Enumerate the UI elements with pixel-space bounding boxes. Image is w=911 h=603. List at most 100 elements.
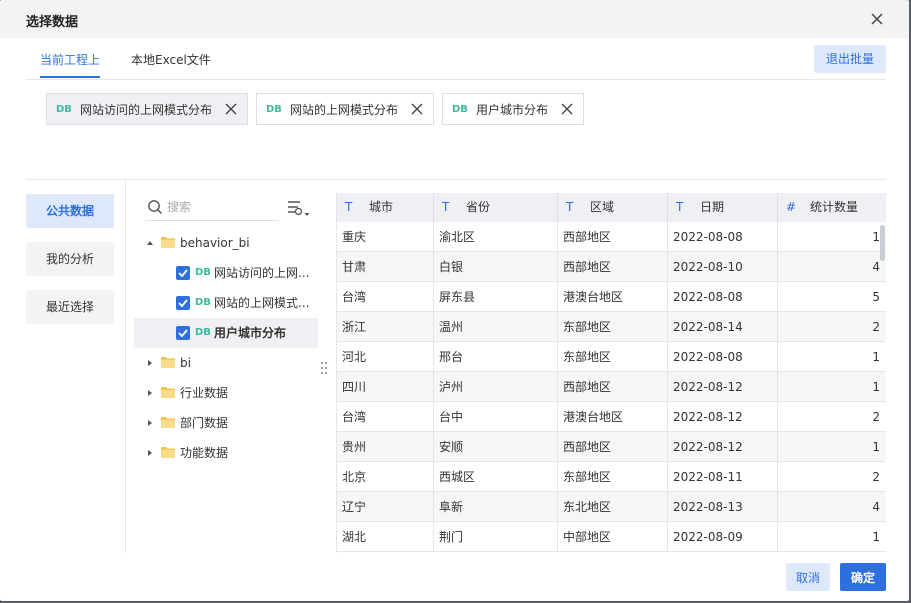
table-cell: 西部地区 <box>558 252 668 282</box>
column-header: T 省份 <box>434 193 558 222</box>
close-icon[interactable] <box>410 102 424 116</box>
column-header: T 日期 <box>668 193 778 222</box>
close-icon[interactable] <box>560 102 574 116</box>
cancel-button[interactable]: 取消 <box>786 563 830 591</box>
checkbox-checked-icon[interactable] <box>176 296 190 310</box>
table-cell: 北京 <box>337 462 434 492</box>
close-icon[interactable] <box>224 102 238 116</box>
folder-icon <box>161 387 175 398</box>
nav-item-my-analysis[interactable]: 我的分析 <box>26 242 114 276</box>
table-header: T 城市 T 省份 T 区域 T 日期 # 统计数量 <box>337 193 886 222</box>
table-row: 甘肃 白银 西部地区 2022-08-10 4 <box>337 252 886 282</box>
column-header: T 区域 <box>558 193 668 222</box>
table-cell: 2022-08-14 <box>668 312 778 342</box>
tree-item-dataset-selected[interactable]: DB 用户城市分布 <box>134 318 318 348</box>
table-cell: 渝北区 <box>434 222 558 252</box>
tree-folder-department-data[interactable]: 部门数据 <box>134 408 318 438</box>
caret-down-icon[interactable] <box>146 239 154 247</box>
table-cell: 4 <box>872 260 880 274</box>
table-cell: 阜新 <box>434 492 558 522</box>
text-type-icon: T <box>566 200 574 214</box>
selected-chip[interactable]: DB 用户城市分布 <box>442 93 584 125</box>
table-row: 河北 邢台 东部地区 2022-08-08 1 <box>337 342 886 372</box>
nav-item-public-data[interactable]: 公共数据 <box>26 194 114 228</box>
table-cell: 西城区 <box>434 462 558 492</box>
table-cell: 2 <box>872 320 880 334</box>
table-cell: 台湾 <box>337 282 434 312</box>
category-nav: 公共数据 我的分析 最近选择 <box>26 181 126 553</box>
nav-item-recent[interactable]: 最近选择 <box>26 290 114 324</box>
table-cell: 2022-08-13 <box>668 492 778 522</box>
table-row: 湖北 荆门 中部地区 2022-08-09 1 <box>337 522 886 552</box>
tree-node-label: 网站访问的上网... <box>214 266 310 280</box>
selected-chip[interactable]: DB 网站访问的上网模式分布 <box>46 93 248 125</box>
table-cell: 邢台 <box>434 342 558 372</box>
close-icon[interactable] <box>868 10 886 28</box>
exit-batch-button[interactable]: 退出批量 <box>814 45 886 73</box>
table-cell: 四川 <box>337 372 434 402</box>
table-cell: 1 <box>872 230 880 244</box>
db-tag: DB <box>195 327 211 338</box>
tree-folder-function-data[interactable]: 功能数据 <box>134 438 318 468</box>
table-cell: 安顺 <box>434 432 558 462</box>
filter-sort-icon[interactable] <box>286 198 310 218</box>
table-cell: 湖北 <box>337 522 434 552</box>
selected-chip[interactable]: DB 网站的上网模式分布 <box>256 93 434 125</box>
caret-right-icon[interactable] <box>146 359 154 367</box>
db-tag: DB <box>195 297 211 308</box>
column-header: # 统计数量 <box>778 193 886 222</box>
table-cell: 2022-08-12 <box>668 432 778 462</box>
db-tag: DB <box>56 103 72 115</box>
table-scrollbar[interactable] <box>880 225 885 261</box>
text-type-icon: T <box>676 200 684 214</box>
table-cell: 2022-08-12 <box>668 372 778 402</box>
table-cell: 2022-08-11 <box>668 462 778 492</box>
tree-node-label: 行业数据 <box>180 386 229 400</box>
table-cell: 东北地区 <box>558 492 668 522</box>
table-row: 重庆 渝北区 西部地区 2022-08-08 1 <box>337 222 886 252</box>
table-cell: 甘肃 <box>337 252 434 282</box>
table-cell: 浙江 <box>337 312 434 342</box>
table-cell: 中部地区 <box>558 522 668 552</box>
table-row: 辽宁 阜新 东北地区 2022-08-13 4 <box>337 492 886 522</box>
checkbox-checked-icon[interactable] <box>176 266 190 280</box>
caret-right-icon[interactable] <box>146 389 154 397</box>
checkbox-checked-icon[interactable] <box>176 326 190 340</box>
table-cell: 东部地区 <box>558 342 668 372</box>
panel-resize-handle[interactable] <box>320 360 328 376</box>
table-cell: 泸州 <box>434 372 558 402</box>
tab-local-excel[interactable]: 本地Excel文件 <box>131 46 211 78</box>
table-cell: 白银 <box>434 252 558 282</box>
select-data-dialog: 选择数据 当前工程上 本地Excel文件 退出批量 DB 网站访问的上网模式分布… <box>0 0 909 601</box>
number-type-icon: # <box>786 200 797 214</box>
table-cell: 1 <box>872 350 880 364</box>
search-input[interactable] <box>167 197 277 217</box>
caret-right-icon[interactable] <box>146 419 154 427</box>
table-row: 四川 泸州 西部地区 2022-08-12 1 <box>337 372 886 402</box>
table-cell: 4 <box>872 500 880 514</box>
caret-right-icon[interactable] <box>146 449 154 457</box>
table-cell: 贵州 <box>337 432 434 462</box>
tree-item-dataset[interactable]: DB 网站访问的上网... <box>134 258 318 288</box>
search-icon <box>148 200 163 215</box>
db-tag: DB <box>266 103 282 115</box>
table-cell: 荆门 <box>434 522 558 552</box>
table-cell: 2 <box>872 410 880 424</box>
table-cell: 台中 <box>434 402 558 432</box>
tree-node-label: behavior_bi <box>180 236 250 250</box>
tree-folder-behavior-bi[interactable]: behavior_bi <box>134 228 318 258</box>
tree-folder-bi[interactable]: bi <box>134 348 318 378</box>
table-cell: 2022-08-08 <box>668 342 778 372</box>
table-row: 台湾 台中 港澳台地区 2022-08-12 2 <box>337 402 886 432</box>
db-tag: DB <box>452 103 468 115</box>
table-cell: 东部地区 <box>558 462 668 492</box>
table-cell: 2022-08-08 <box>668 282 778 312</box>
confirm-button[interactable]: 确定 <box>840 563 886 591</box>
folder-open-icon <box>161 237 175 248</box>
table-cell: 5 <box>872 290 880 304</box>
folder-icon <box>161 357 175 368</box>
table-cell: 河北 <box>337 342 434 372</box>
tab-current-project[interactable]: 当前工程上 <box>40 46 101 78</box>
tree-item-dataset[interactable]: DB 网站的上网模式... <box>134 288 318 318</box>
tree-folder-industry-data[interactable]: 行业数据 <box>134 378 318 408</box>
